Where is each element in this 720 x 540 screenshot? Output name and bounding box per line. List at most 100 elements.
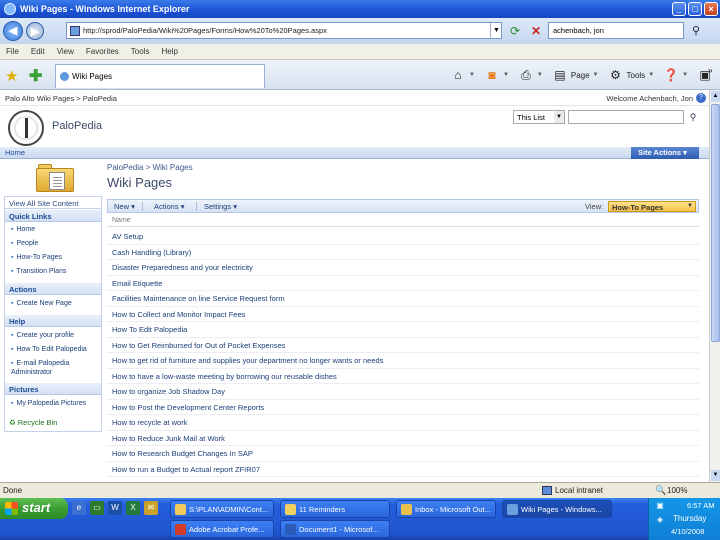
address-dropdown-icon[interactable]: ▼: [490, 23, 502, 38]
ql-item-people[interactable]: People: [11, 239, 101, 248]
menu-file[interactable]: File: [6, 47, 19, 56]
list-item[interactable]: How to get rid of furniture and supplies…: [107, 353, 699, 369]
ql-item-email-admin[interactable]: E-mail Palopedia Administrator: [11, 359, 101, 377]
list-item[interactable]: How to Research Budget Changes In SAP: [107, 446, 699, 462]
tray-app-icon[interactable]: ▣: [655, 501, 665, 511]
list-item[interactable]: How To Edit Palopedia: [107, 322, 699, 338]
ie-launch-icon[interactable]: e: [72, 501, 86, 515]
list-item[interactable]: How to run a Budget to Actual report ZFI…: [107, 462, 699, 477]
minimize-button[interactable]: _: [672, 2, 686, 16]
help-icon[interactable]: ❓: [663, 67, 679, 83]
list-item[interactable]: How to recycle at work: [107, 415, 699, 431]
view-all-site-content-link[interactable]: View All Site Content: [5, 197, 101, 209]
ql-item-my-pictures[interactable]: My Palopedia Pictures: [11, 399, 101, 408]
menu-favorites[interactable]: Favorites: [86, 47, 119, 56]
ql-heading-actions[interactable]: Actions: [5, 283, 101, 295]
list-item[interactable]: How to Post the Development Center Repor…: [107, 400, 699, 415]
close-button[interactable]: ×: [704, 2, 718, 16]
ql-item-home[interactable]: Home: [11, 225, 101, 234]
outlook-launch-icon[interactable]: ✉: [144, 501, 158, 515]
site-title[interactable]: PaloPedia: [52, 120, 102, 132]
zoom-icon[interactable]: 🔍: [655, 485, 666, 496]
page-dropdown-icon[interactable]: ▼: [593, 72, 599, 78]
list-item[interactable]: Facilities Maintenance on line Service R…: [107, 291, 699, 307]
security-zone[interactable]: Local intranet: [555, 486, 603, 495]
address-input[interactable]: http://sprod/PaloPedia/Wiki%20Pages/Form…: [66, 22, 502, 39]
scroll-down-icon[interactable]: ▼: [711, 470, 720, 481]
menu-edit[interactable]: Edit: [31, 47, 45, 56]
city-seal-logo[interactable]: [8, 110, 44, 146]
new-menu-button[interactable]: New ▾: [114, 202, 135, 211]
window-title-bar[interactable]: Wiki Pages - Windows Internet Explorer _…: [0, 0, 720, 18]
scroll-thumb[interactable]: [711, 104, 720, 342]
sp-search-icon[interactable]: ⚲: [686, 110, 700, 124]
tools-dropdown-icon[interactable]: ▼: [648, 72, 654, 78]
tools-menu-label[interactable]: Tools: [627, 71, 646, 80]
search-icon[interactable]: ⚲: [688, 23, 704, 39]
maximize-button[interactable]: □: [688, 2, 702, 16]
list-item[interactable]: AV Setup: [107, 229, 699, 245]
feeds-icon[interactable]: ◙: [484, 67, 500, 83]
home-icon[interactable]: ⌂: [450, 67, 466, 83]
menu-view[interactable]: View: [57, 47, 74, 56]
ql-item-create-profile[interactable]: Create your profile: [11, 331, 101, 340]
add-favorites-icon[interactable]: ✚: [29, 66, 42, 86]
menu-tools[interactable]: Tools: [131, 47, 150, 56]
clock-time[interactable]: 6:57 AM: [687, 501, 715, 510]
sp-help-icon[interactable]: ?: [696, 93, 706, 103]
ql-item-how-to-pages[interactable]: How-To Pages: [11, 253, 101, 262]
live-search-input[interactable]: achenbach, jon: [548, 22, 684, 39]
task-reminders[interactable]: 11 Reminders: [280, 500, 390, 518]
task-word-document[interactable]: Document1 - Microsof...: [280, 520, 390, 538]
task-wiki-pages[interactable]: Wiki Pages - Windows...: [502, 500, 612, 518]
print-icon[interactable]: ⎙: [518, 67, 534, 83]
list-item[interactable]: Email Etiquette: [107, 276, 699, 291]
welcome-menu[interactable]: Welcome Achenbach, Jon: [606, 94, 693, 103]
recycle-bin-link[interactable]: Recycle Bin: [9, 418, 58, 427]
ql-item-how-to-edit[interactable]: How To Edit Palopedia: [11, 345, 101, 354]
scroll-up-icon[interactable]: ▲: [711, 91, 720, 102]
vertical-scrollbar[interactable]: ▲ ▼: [709, 90, 720, 482]
feeds-dropdown-icon[interactable]: ▼: [503, 72, 509, 78]
task-acrobat[interactable]: Adobe Acrobat Profe...: [170, 520, 274, 538]
refresh-icon[interactable]: ⟳: [507, 23, 523, 39]
tools-gear-icon[interactable]: ⚙: [608, 67, 624, 83]
ql-heading-pictures[interactable]: Pictures: [5, 383, 101, 395]
task-outlook-inbox[interactable]: Inbox - Microsoft Out...: [396, 500, 496, 518]
list-item[interactable]: Disaster Preparedness and your electrici…: [107, 260, 699, 276]
list-item[interactable]: Cash Handling (Library): [107, 245, 699, 260]
tray-network-icon[interactable]: ◈: [655, 515, 665, 525]
task-explorer-folder[interactable]: S:\PLAN\ADMIN\Cont...: [170, 500, 274, 518]
page-menu-icon[interactable]: ▤: [552, 67, 568, 83]
home-dropdown-icon[interactable]: ▼: [469, 72, 475, 78]
command-overflow-icon[interactable]: »: [708, 66, 712, 75]
stop-icon[interactable]: ✕: [528, 23, 544, 39]
settings-menu-button[interactable]: Settings ▾: [204, 202, 237, 211]
tab-home[interactable]: Home: [5, 148, 25, 157]
print-dropdown-icon[interactable]: ▼: [537, 72, 543, 78]
desktop-launch-icon[interactable]: ▭: [90, 501, 104, 515]
tab-wiki-pages[interactable]: Wiki Pages: [55, 64, 265, 88]
sp-search-input[interactable]: [568, 110, 684, 124]
actions-menu-button[interactable]: Actions ▾: [154, 202, 184, 211]
list-item[interactable]: How to Reduce Junk Mail at Work: [107, 431, 699, 446]
list-item[interactable]: How to organize Job Shadow Day: [107, 384, 699, 400]
forward-button[interactable]: ▶: [26, 22, 44, 40]
ql-item-transition-plans[interactable]: Transition Plans: [11, 267, 101, 276]
start-button[interactable]: start: [0, 498, 68, 519]
view-select[interactable]: How-To Pages ▼: [608, 201, 696, 212]
list-item[interactable]: How to Collect and Monitor Impact Fees: [107, 307, 699, 322]
ql-item-create-new-page[interactable]: Create New Page: [11, 299, 101, 308]
site-breadcrumb[interactable]: Palo Alto Wiki Pages > PaloPedia: [5, 94, 117, 103]
list-item[interactable]: How to have a low-waste meeting by borro…: [107, 369, 699, 384]
zoom-level[interactable]: 100%: [667, 486, 687, 495]
word-launch-icon[interactable]: W: [108, 501, 122, 515]
back-button[interactable]: ◀: [3, 21, 23, 41]
page-breadcrumb[interactable]: PaloPedia > Wiki Pages: [107, 163, 193, 172]
menu-help[interactable]: Help: [161, 47, 177, 56]
ql-heading-quick-links[interactable]: Quick Links: [5, 210, 101, 222]
site-actions-button[interactable]: Site Actions ▾: [631, 147, 699, 159]
column-header-name[interactable]: Name: [107, 214, 699, 227]
ql-heading-help[interactable]: Help: [5, 315, 101, 327]
search-scope-select[interactable]: This List ▼: [513, 110, 565, 124]
